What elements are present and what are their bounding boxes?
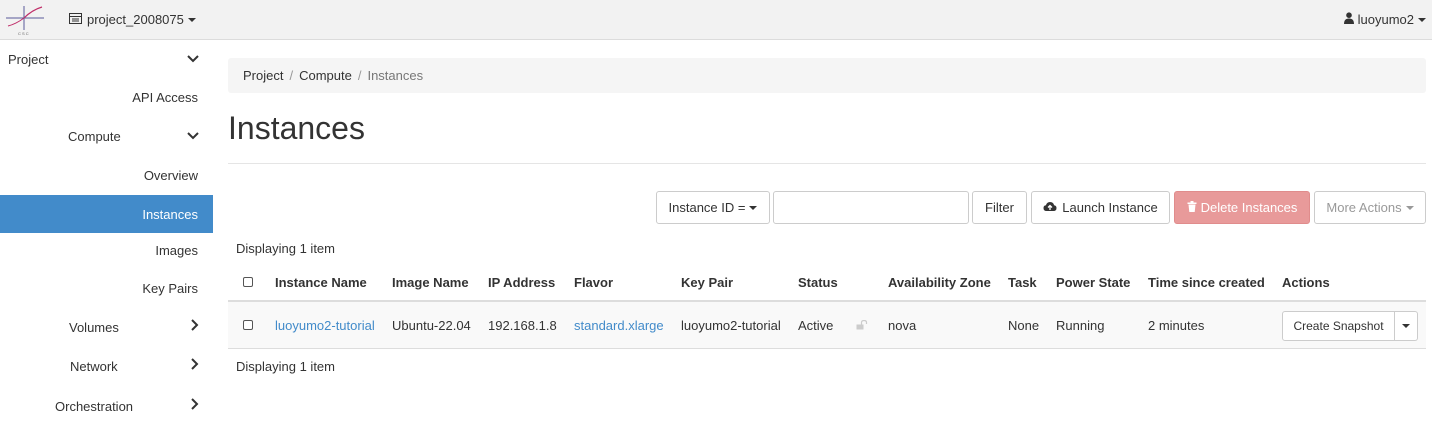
- sidebar-item-label: Orchestration: [55, 398, 134, 414]
- caret-down-icon: [1405, 205, 1414, 210]
- ip-address-cell: 192.168.1.8: [488, 317, 557, 333]
- column-header[interactable]: Status: [798, 264, 838, 300]
- table-row: luoyumo2-tutorial Ubuntu-22.04 192.168.1…: [228, 302, 1426, 349]
- delete-instances-button[interactable]: Delete Instances: [1174, 191, 1310, 224]
- breadcrumb-separator: /: [357, 68, 362, 83]
- trash-icon: [1187, 200, 1197, 215]
- user-name: luoyumo2: [1357, 12, 1414, 27]
- caret-down-icon: [749, 205, 758, 210]
- column-header[interactable]: Task: [1008, 264, 1037, 300]
- row-actions-dropdown[interactable]: [1395, 311, 1418, 341]
- sidebar-item-key-pairs[interactable]: Key Pairs: [0, 269, 213, 307]
- sidebar-item-instances[interactable]: Instances: [0, 195, 213, 233]
- delete-instances-label: Delete Instances: [1200, 200, 1298, 215]
- row-select-cell: [243, 302, 253, 348]
- sidebar-item-label: Project: [8, 51, 49, 67]
- launch-instance-label: Launch Instance: [1062, 200, 1158, 215]
- divider: [228, 163, 1426, 164]
- svg-text:C S C: C S C: [18, 31, 29, 36]
- project-list-icon: [69, 12, 82, 27]
- sidebar-item-label: Compute: [68, 128, 121, 144]
- select-all-cell: [243, 264, 253, 300]
- more-actions-label: More Actions: [1326, 200, 1402, 215]
- sidebar-item-network[interactable]: Network: [0, 347, 213, 385]
- column-header[interactable]: IP Address: [488, 264, 555, 300]
- top-navbar: C S C project_2008075 luoyumo2: [0, 0, 1432, 40]
- breadcrumb: Project / Compute / Instances: [228, 58, 1426, 93]
- breadcrumb-compute[interactable]: Compute: [299, 68, 352, 83]
- column-header: Actions: [1282, 274, 1330, 290]
- image-name-cell: Ubuntu-22.04: [392, 317, 471, 333]
- task-cell: None: [1008, 317, 1040, 333]
- sidebar-item-label: API Access: [132, 89, 198, 105]
- sidebar-item-label: Images: [155, 242, 198, 258]
- availability-zone-cell: nova: [888, 317, 917, 333]
- sidebar-item-api-access[interactable]: API Access: [0, 78, 213, 116]
- power-state-cell: Running: [1056, 317, 1105, 333]
- caret-down-icon: [1402, 324, 1410, 328]
- display-count-bottom: Displaying 1 item: [236, 359, 335, 374]
- select-all-checkbox[interactable]: [243, 277, 253, 287]
- instance-name-link[interactable]: luoyumo2-tutorial: [275, 302, 375, 348]
- breadcrumb-instances: Instances: [367, 68, 424, 83]
- column-header[interactable]: Power State: [1056, 264, 1130, 300]
- chevron-down-icon: [187, 50, 199, 68]
- filter-field-select[interactable]: Instance ID =: [656, 191, 770, 224]
- user-icon: [1343, 12, 1354, 27]
- key-pair-cell: luoyumo2-tutorial: [681, 317, 781, 333]
- column-header[interactable]: Instance Name: [275, 264, 367, 300]
- filter-input[interactable]: [773, 191, 969, 224]
- caret-down-icon: [187, 17, 196, 22]
- column-header[interactable]: Key Pair: [681, 264, 733, 300]
- filter-button[interactable]: Filter: [972, 191, 1027, 224]
- column-header[interactable]: Image Name: [392, 264, 469, 300]
- chevron-right-icon: [191, 357, 199, 375]
- chevron-right-icon: [191, 318, 199, 336]
- column-header[interactable]: Availability Zone: [888, 264, 991, 300]
- logo-icon[interactable]: C S C: [4, 4, 46, 36]
- sidebar-item-images[interactable]: Images: [0, 231, 213, 269]
- project-name: project_2008075: [87, 12, 184, 27]
- sidebar: Project API Access Compute Overview Inst…: [0, 40, 213, 432]
- flavor-link[interactable]: standard.xlarge: [574, 302, 664, 348]
- page-title: Instances: [228, 110, 365, 146]
- unlock-icon[interactable]: [856, 302, 868, 348]
- sidebar-item-label: Instances: [142, 206, 198, 222]
- user-menu[interactable]: luoyumo2: [1343, 12, 1426, 27]
- sidebar-item-label: Key Pairs: [142, 280, 198, 296]
- sidebar-item-orchestration[interactable]: Orchestration: [0, 387, 213, 425]
- filter-field-label: Instance ID =: [668, 200, 746, 215]
- sidebar-item-overview[interactable]: Overview: [0, 156, 213, 194]
- sidebar-item-project[interactable]: Project: [0, 40, 213, 78]
- row-checkbox[interactable]: [243, 320, 253, 330]
- breadcrumb-separator: /: [289, 68, 294, 83]
- create-snapshot-button[interactable]: Create Snapshot: [1282, 311, 1395, 341]
- sidebar-item-compute[interactable]: Compute: [0, 117, 213, 155]
- project-switcher[interactable]: project_2008075: [69, 12, 196, 27]
- row-actions: Create Snapshot: [1282, 311, 1418, 341]
- sidebar-item-label: Network: [70, 358, 118, 374]
- display-count-top: Displaying 1 item: [236, 241, 335, 256]
- sidebar-item-label: Volumes: [69, 319, 119, 335]
- column-header[interactable]: Time since created: [1148, 264, 1265, 300]
- status-cell: Active: [798, 317, 834, 333]
- chevron-right-icon: [191, 397, 199, 415]
- launch-instance-button[interactable]: Launch Instance: [1031, 191, 1170, 224]
- cloud-upload-icon: [1043, 200, 1057, 215]
- column-header[interactable]: Flavor: [574, 264, 613, 300]
- sidebar-item-label: Overview: [143, 167, 198, 183]
- caret-down-icon: [1418, 17, 1426, 22]
- sidebar-item-volumes[interactable]: Volumes: [0, 308, 213, 346]
- chevron-down-icon: [187, 127, 199, 145]
- table-header: Instance Name Image Name IP Address Flav…: [228, 264, 1426, 302]
- more-actions-button[interactable]: More Actions: [1314, 191, 1426, 224]
- breadcrumb-project[interactable]: Project: [243, 68, 283, 83]
- time-since-created-cell: 2 minutes: [1148, 317, 1205, 333]
